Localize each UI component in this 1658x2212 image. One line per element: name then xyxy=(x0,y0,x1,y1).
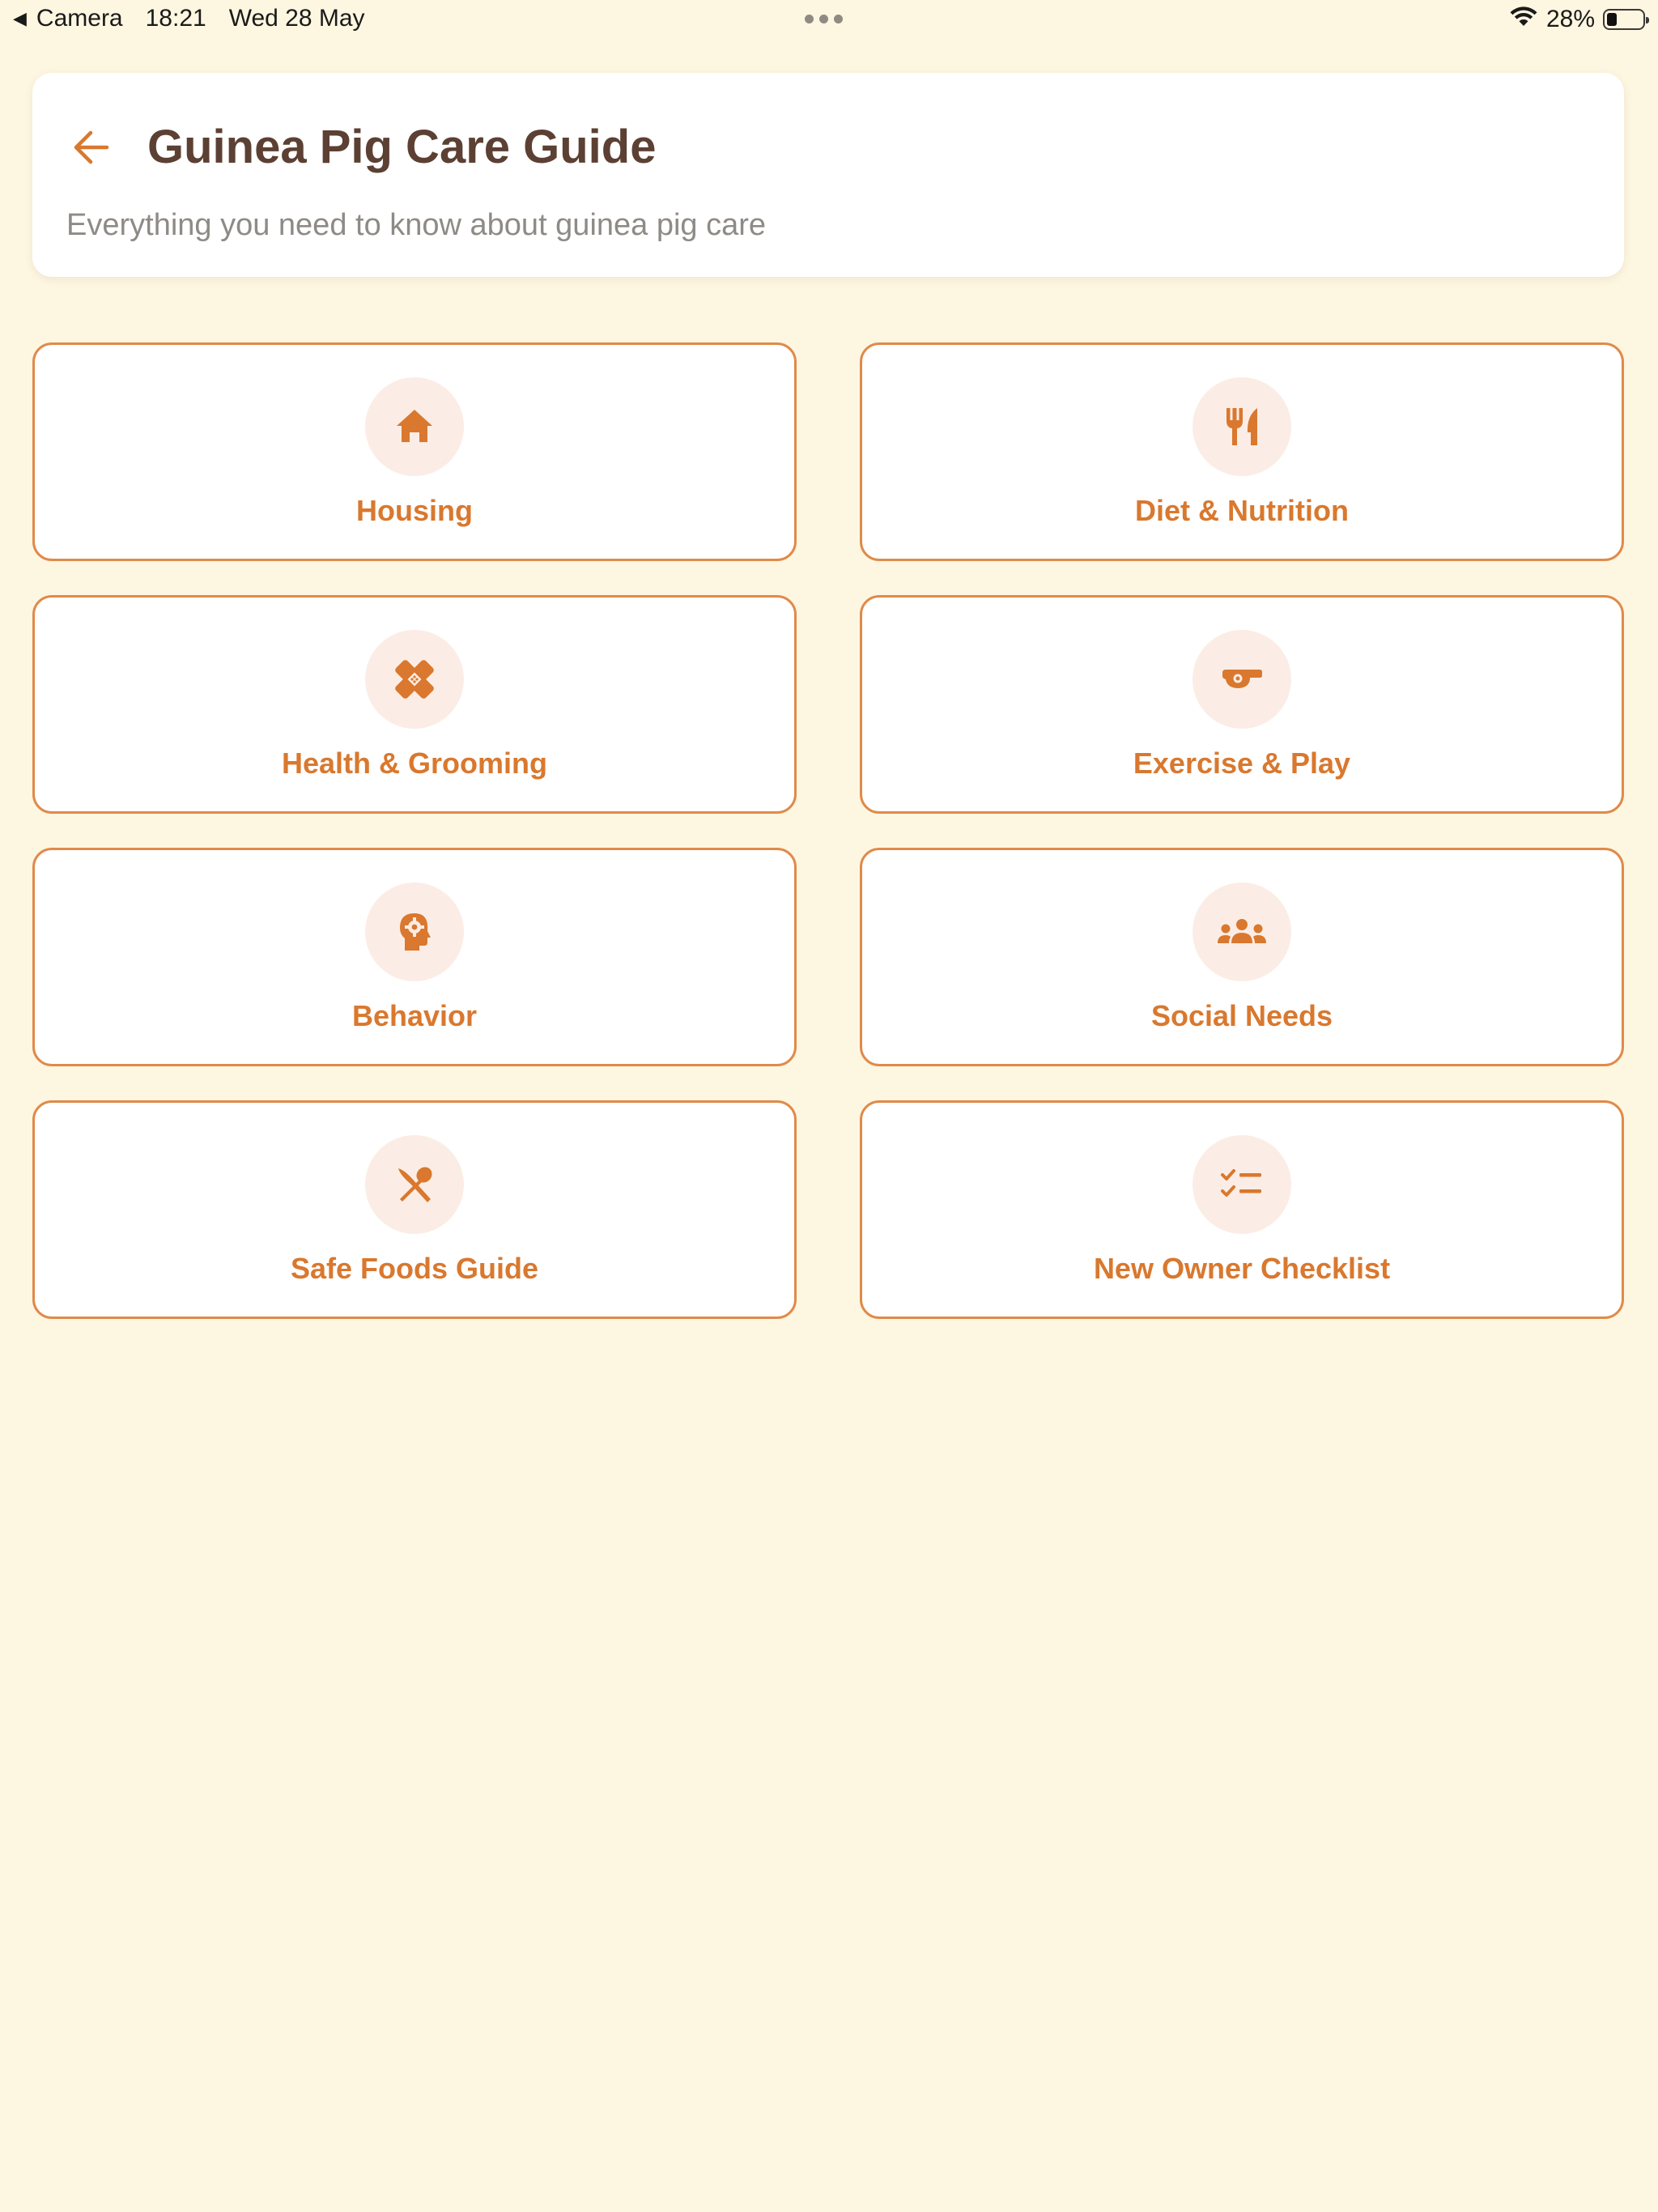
status-bar-right: 28% xyxy=(1509,5,1649,34)
category-exercise-play[interactable]: Exercise & Play xyxy=(860,595,1624,814)
category-label: Housing xyxy=(356,494,473,527)
icon-circle xyxy=(365,1135,464,1234)
battery-icon xyxy=(1603,9,1649,30)
fork-knife-icon xyxy=(1226,408,1257,445)
category-safe-foods-guide[interactable]: Safe Foods Guide xyxy=(32,1100,797,1319)
icon-circle xyxy=(365,630,464,729)
icon-circle xyxy=(1192,883,1291,981)
icon-circle xyxy=(1192,1135,1291,1234)
category-new-owner-checklist[interactable]: New Owner Checklist xyxy=(860,1100,1624,1319)
category-diet-nutrition[interactable]: Diet & Nutrition xyxy=(860,342,1624,561)
status-bar-left: ◀ Camera 18:21 Wed 28 May xyxy=(13,5,365,32)
category-label: Behavior xyxy=(351,999,478,1032)
group-icon xyxy=(1218,919,1266,943)
category-label: Social Needs xyxy=(1150,999,1333,1032)
battery-percent: 28% xyxy=(1545,6,1595,32)
bandage-icon xyxy=(395,660,434,699)
status-date: Wed 28 May xyxy=(228,5,365,32)
category-label: Exercise & Play xyxy=(1133,747,1351,780)
status-bar: ◀ Camera 18:21 Wed 28 May 28% xyxy=(0,0,1658,40)
icon-circle xyxy=(1192,630,1291,729)
icon-circle xyxy=(365,377,464,476)
icon-circle xyxy=(365,883,464,981)
checklist-icon xyxy=(1221,1169,1261,1197)
category-label: Safe Foods Guide xyxy=(290,1252,539,1285)
back-to-app-icon[interactable]: ◀ xyxy=(13,8,27,29)
category-label: New Owner Checklist xyxy=(1093,1252,1391,1285)
back-to-app-label[interactable]: Camera xyxy=(36,5,123,32)
page-subtitle: Everything you need to know about guinea… xyxy=(66,208,767,242)
house-icon xyxy=(397,410,432,442)
category-behavior[interactable]: Behavior xyxy=(32,848,797,1066)
spoon-knife-cross-icon xyxy=(398,1167,432,1202)
multitasking-dots-icon[interactable] xyxy=(805,15,843,23)
wifi-icon xyxy=(1509,5,1538,34)
category-housing[interactable]: Housing xyxy=(32,342,797,561)
arrow-left-icon xyxy=(74,130,109,164)
category-social-needs[interactable]: Social Needs xyxy=(860,848,1624,1066)
status-time: 18:21 xyxy=(145,5,206,32)
category-label: Diet & Nutrition xyxy=(1135,494,1349,527)
head-gear-icon xyxy=(400,913,431,951)
category-health-grooming[interactable]: Health & Grooming xyxy=(32,595,797,814)
back-button[interactable] xyxy=(62,123,120,172)
page-title: Guinea Pig Care Guide xyxy=(147,121,657,173)
category-grid: Housing Diet & Nutrition Health & Groomi… xyxy=(32,342,1624,1319)
icon-circle xyxy=(1192,377,1291,476)
category-label: Health & Grooming xyxy=(281,747,547,780)
whistle-icon xyxy=(1222,670,1262,688)
